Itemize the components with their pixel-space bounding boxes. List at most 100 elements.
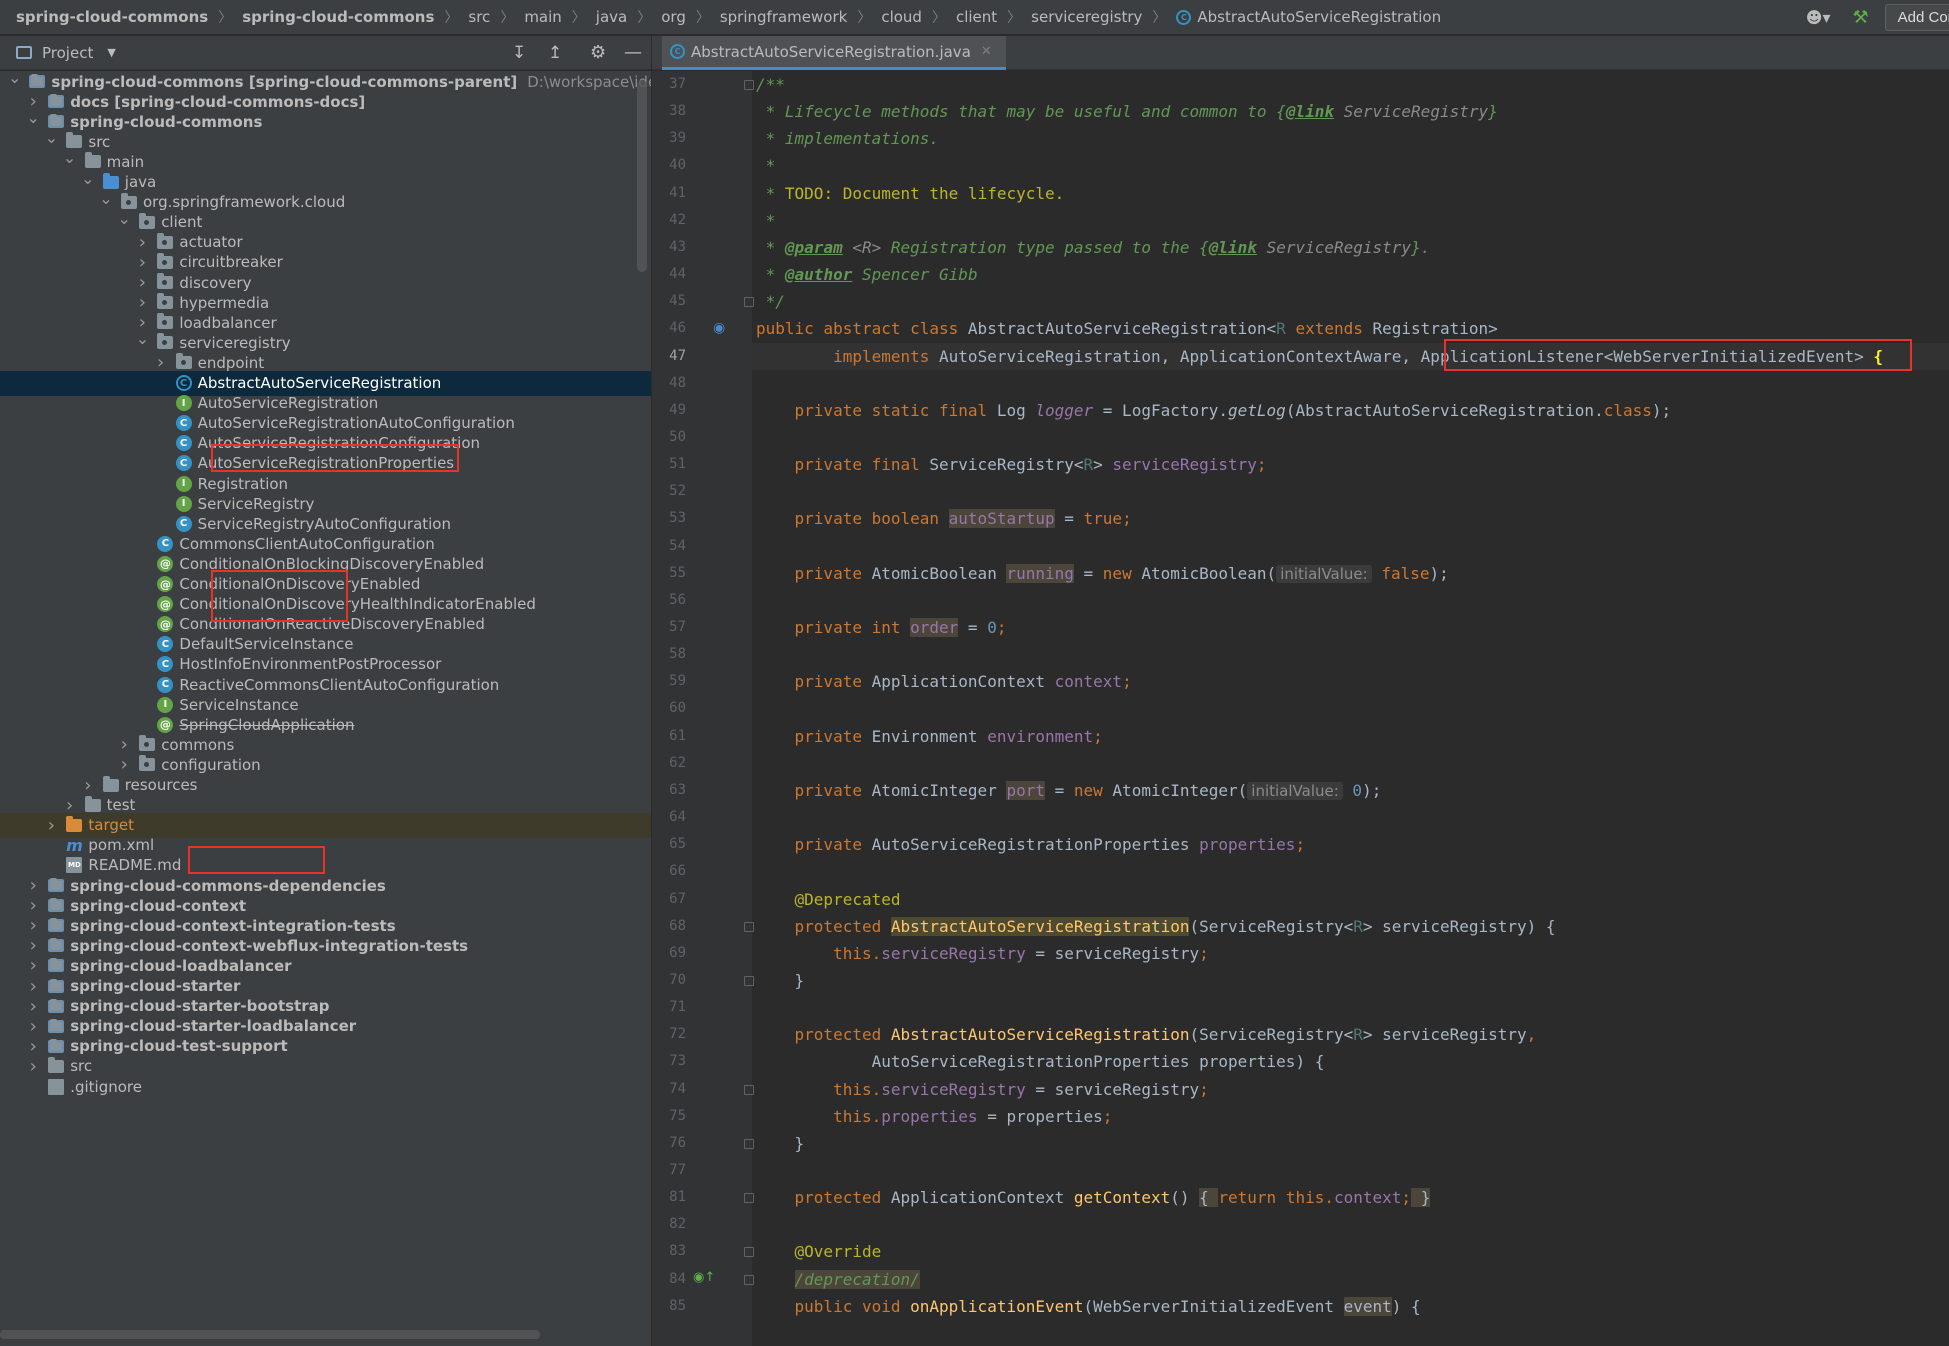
breadcrumb-item[interactable]: src bbox=[468, 8, 490, 26]
chevron-down-icon[interactable]: ⌄ bbox=[135, 329, 149, 348]
breadcrumb-item[interactable]: spring-cloud-commons bbox=[242, 8, 434, 26]
chevron-down-icon[interactable]: ⌄ bbox=[63, 148, 77, 167]
fold-marker-icon[interactable] bbox=[744, 1193, 754, 1204]
code-line[interactable]: this.serviceRegistry = serviceRegistry; bbox=[756, 1076, 1209, 1103]
code-line[interactable]: protected AbstractAutoServiceRegistratio… bbox=[756, 1021, 1537, 1048]
chevron-down-icon[interactable]: ⌄ bbox=[8, 71, 21, 87]
code-line[interactable]: * bbox=[756, 207, 776, 234]
minimize-icon[interactable]: — bbox=[624, 42, 642, 63]
breadcrumb-item[interactable]: java bbox=[596, 8, 627, 26]
chevron-down-icon[interactable]: ⌄ bbox=[26, 108, 40, 127]
add-configuration-button[interactable]: Add Con bbox=[1884, 4, 1949, 31]
chevron-down-icon[interactable]: ⌄ bbox=[81, 169, 95, 188]
code-line[interactable]: private static final Log logger = LogFac… bbox=[756, 397, 1672, 424]
code-line[interactable]: * implementations. bbox=[756, 125, 939, 152]
chevron-down-icon[interactable]: ⌄ bbox=[99, 189, 113, 208]
breadcrumb-item[interactable]: client bbox=[956, 8, 997, 26]
module-folder-icon bbox=[48, 878, 65, 892]
breadcrumb-item[interactable]: cloud bbox=[881, 8, 922, 26]
line-number: 85 bbox=[669, 1297, 686, 1314]
line-number: 62 bbox=[669, 754, 686, 771]
code-token: (WebServerInitializedEvent bbox=[1083, 1296, 1344, 1316]
code-line[interactable]: private final ServiceRegistry<R> service… bbox=[756, 451, 1267, 478]
fold-marker-icon[interactable] bbox=[744, 1138, 754, 1149]
fold-marker-icon[interactable] bbox=[744, 297, 754, 308]
code-token: * bbox=[756, 237, 785, 257]
chevron-down-icon[interactable]: ⌄ bbox=[44, 128, 58, 147]
tree-item-label: AbstractAutoServiceRegistration bbox=[197, 374, 442, 392]
chevron-down-icon[interactable]: ⌄ bbox=[117, 209, 131, 228]
code-line[interactable]: this.serviceRegistry = serviceRegistry; bbox=[756, 940, 1209, 967]
code-token: R bbox=[1083, 455, 1094, 475]
code-line[interactable]: protected ApplicationContext getContext(… bbox=[756, 1184, 1431, 1211]
close-icon[interactable]: ✕ bbox=[981, 44, 992, 59]
code-token: 0 bbox=[987, 618, 997, 637]
code-line[interactable]: implements AutoServiceRegistration, Appl… bbox=[752, 342, 1949, 370]
code-token: implements bbox=[833, 346, 940, 366]
breadcrumb-item[interactable]: spring-cloud-commons bbox=[16, 8, 208, 26]
code-line[interactable]: public void onApplicationEvent(WebServer… bbox=[756, 1293, 1421, 1320]
tree-item-label: org.springframework.cloud bbox=[143, 193, 346, 212]
line-number: 64 bbox=[669, 809, 686, 826]
code-line[interactable]: * @param <R> Registration type passed to… bbox=[756, 234, 1431, 261]
project-tree[interactable]: ⌄ spring-cloud-commons [spring-cloud-comm… bbox=[0, 71, 651, 1346]
fold-marker-icon[interactable] bbox=[744, 921, 754, 932]
implemented-marker-icon[interactable]: ◉ bbox=[713, 320, 725, 336]
breadcrumb-item[interactable]: serviceregistry bbox=[1031, 8, 1142, 26]
code-line[interactable]: * Lifecycle methods that may be useful a… bbox=[756, 98, 1498, 125]
project-panel-title[interactable]: Project bbox=[42, 44, 93, 62]
chevron-down-icon[interactable]: ▼ bbox=[107, 46, 115, 59]
class-icon: C bbox=[157, 535, 174, 552]
code-line[interactable]: protected AbstractAutoServiceRegistratio… bbox=[756, 913, 1556, 940]
code-token: <R> bbox=[852, 237, 882, 257]
code-line[interactable]: private Environment environment; bbox=[756, 723, 1103, 750]
override-marker-icon[interactable]: ◉↑ bbox=[693, 1270, 715, 1285]
code-line[interactable]: @Deprecated bbox=[756, 886, 901, 913]
interface-icon: I bbox=[175, 475, 192, 492]
code-line[interactable]: private boolean autoStartup = true; bbox=[756, 505, 1132, 532]
code-editor[interactable]: /** * Lifecycle methods that may be usef… bbox=[752, 71, 1949, 1346]
code-token: R bbox=[1353, 1025, 1363, 1045]
tree-horizontal-scrollbar[interactable] bbox=[0, 1330, 540, 1339]
code-line[interactable]: } bbox=[756, 967, 805, 994]
code-line[interactable]: */ bbox=[756, 288, 785, 315]
code-line[interactable]: /** bbox=[756, 71, 785, 98]
fold-marker-icon[interactable] bbox=[744, 1084, 754, 1095]
code-line[interactable]: /deprecation/ bbox=[756, 1266, 920, 1293]
breadcrumb-item[interactable]: C AbstractAutoServiceRegistration bbox=[1176, 8, 1441, 26]
code-line[interactable]: * bbox=[756, 152, 776, 179]
code-line[interactable]: } bbox=[756, 1130, 805, 1157]
code-token: * implementations. bbox=[756, 129, 940, 149]
build-hammer-icon[interactable]: ⚒ bbox=[1852, 7, 1868, 28]
code-line[interactable]: * @author Spencer Gibb bbox=[756, 261, 978, 288]
tree-item[interactable]: .gitignore bbox=[0, 1074, 651, 1099]
code-line[interactable]: @Override bbox=[756, 1238, 882, 1265]
code-line[interactable]: private AutoServiceRegistrationPropertie… bbox=[756, 831, 1306, 858]
user-icon[interactable]: ☻▾ bbox=[1806, 8, 1831, 27]
fold-marker-icon[interactable] bbox=[744, 1247, 754, 1258]
fold-marker-icon[interactable] bbox=[744, 975, 754, 986]
tree-item-label: spring-cloud-commons [spring-cloud-commo… bbox=[51, 72, 518, 91]
code-line[interactable]: private AtomicBoolean running = new Atom… bbox=[756, 560, 1449, 587]
fold-marker-icon[interactable] bbox=[744, 80, 754, 90]
line-number: 68 bbox=[669, 917, 686, 934]
code-line[interactable]: AutoServiceRegistrationProperties proper… bbox=[756, 1048, 1325, 1075]
code-line[interactable]: this.properties = properties; bbox=[756, 1103, 1112, 1130]
breadcrumb-item[interactable]: springframework bbox=[720, 8, 847, 26]
expand-all-icon[interactable]: ↧ bbox=[512, 43, 526, 63]
code-line[interactable]: private int order = 0; bbox=[756, 614, 1006, 641]
breadcrumb-item[interactable]: main bbox=[524, 8, 561, 26]
gear-icon[interactable]: ⚙ bbox=[590, 42, 606, 63]
code-line[interactable]: private ApplicationContext context; bbox=[756, 668, 1132, 695]
code-line[interactable]: public abstract class AbstractAutoServic… bbox=[756, 315, 1498, 342]
code-token: serviceRegistry bbox=[881, 943, 1026, 963]
collapse-all-icon[interactable]: ↥ bbox=[548, 43, 562, 63]
breadcrumb-item[interactable]: org bbox=[661, 8, 686, 26]
editor-tab-active[interactable]: C AbstractAutoServiceRegistration.java ✕ bbox=[662, 36, 1006, 70]
code-line[interactable]: private AtomicInteger port = new AtomicI… bbox=[756, 777, 1381, 804]
code-line[interactable]: * TODO: Document the lifecycle. bbox=[756, 180, 1065, 207]
code-token: return this. bbox=[1218, 1188, 1334, 1208]
fold-marker-icon[interactable] bbox=[744, 1274, 754, 1285]
tree-vertical-scrollbar[interactable] bbox=[637, 80, 647, 272]
